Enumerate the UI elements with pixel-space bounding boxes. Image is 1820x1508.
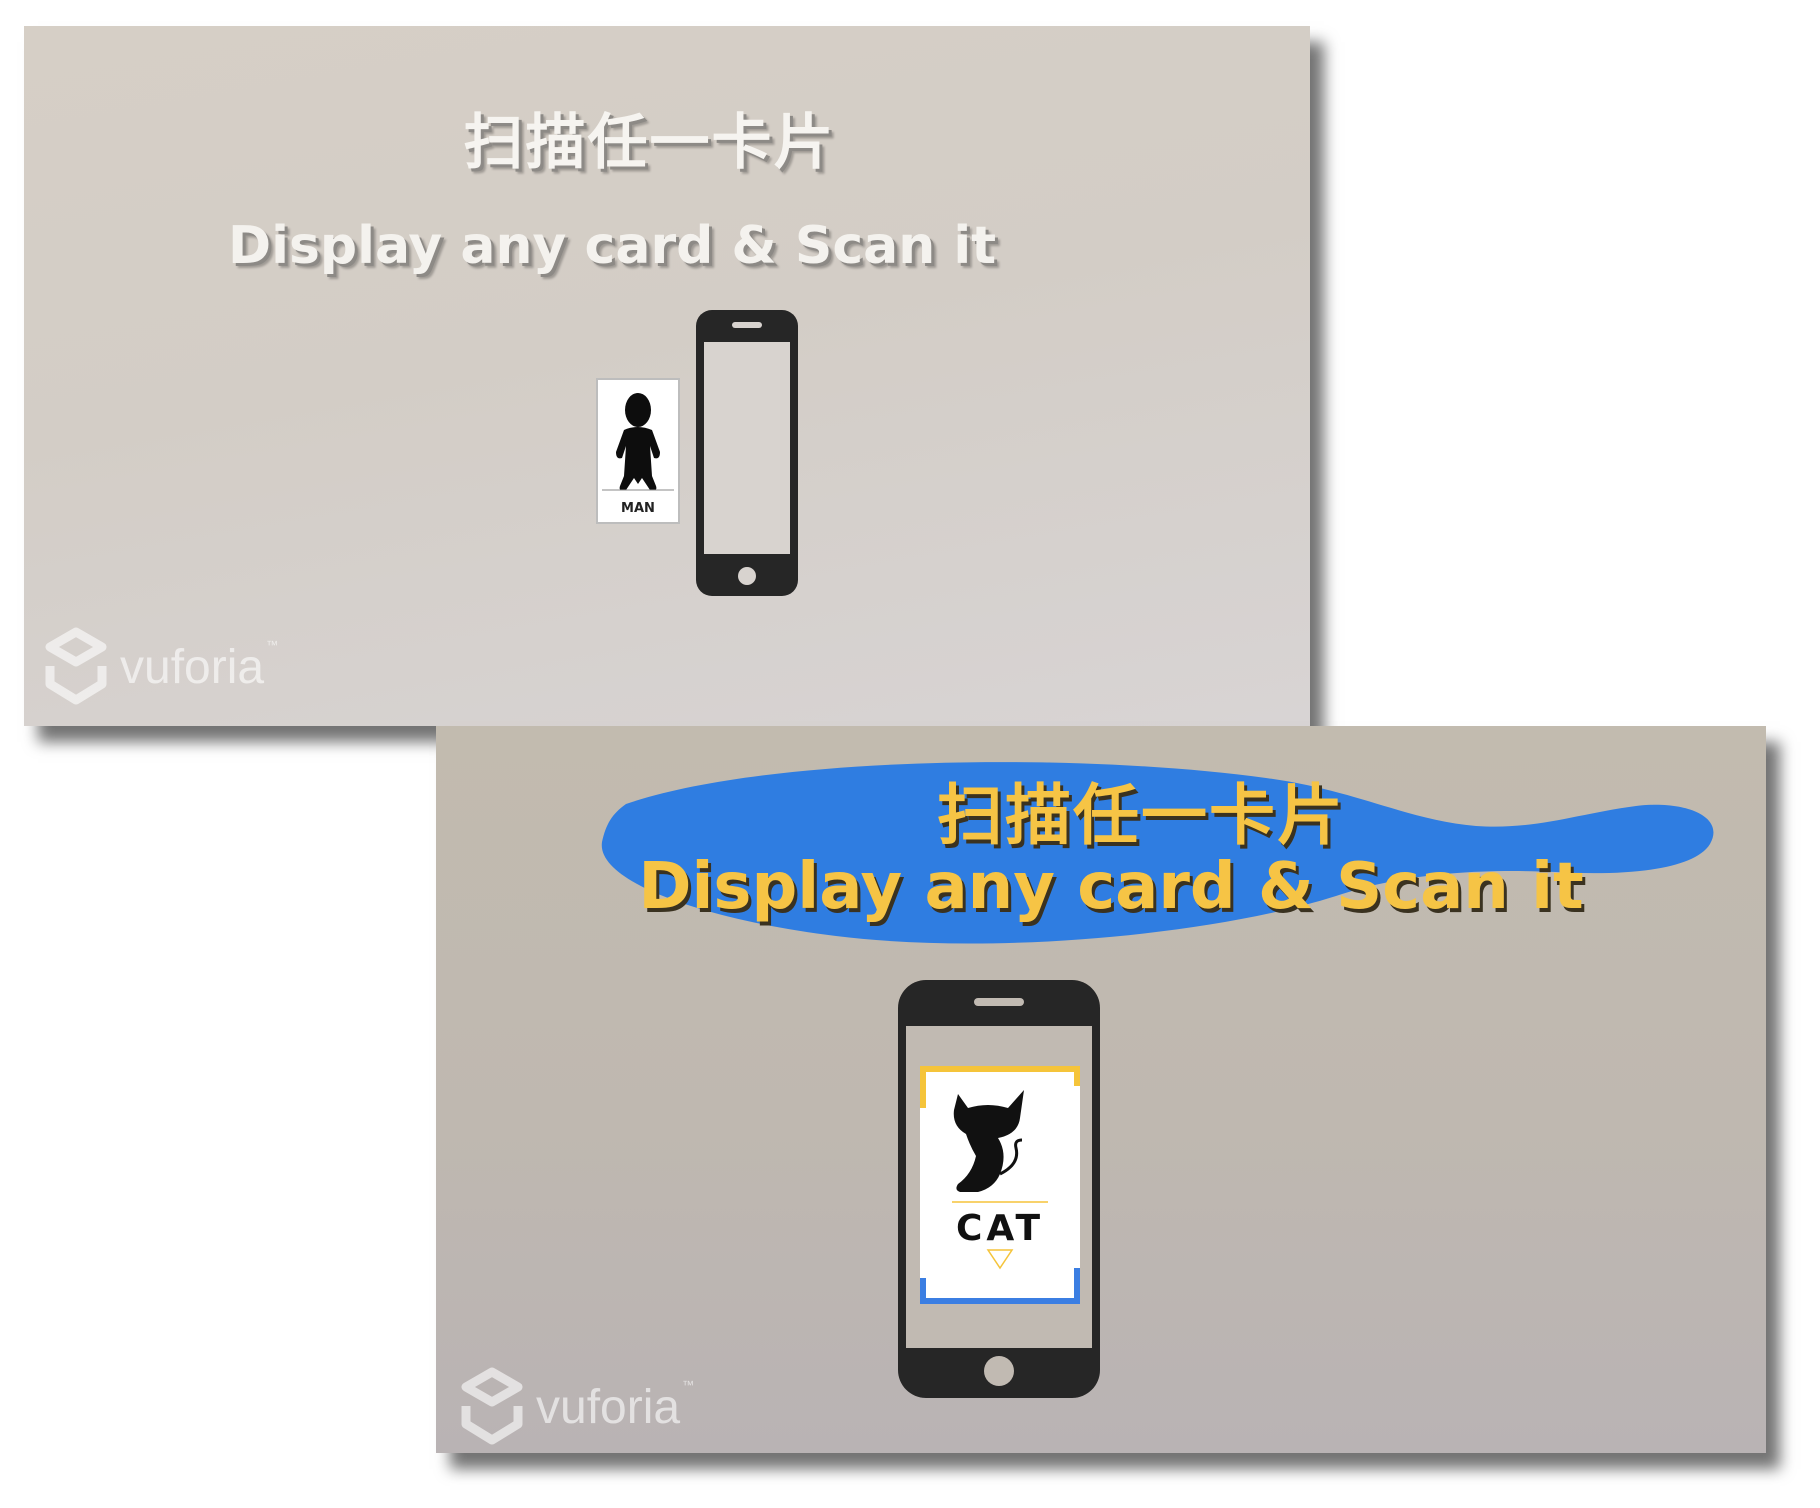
phone-icon: CAT	[898, 980, 1100, 1398]
scan-title-cn: 扫描任一卡片	[463, 108, 836, 178]
scan-title-cn: 扫描任一卡片	[937, 777, 1345, 854]
vuforia-watermark: vuforia ™	[44, 626, 278, 708]
phone-icon	[696, 310, 798, 596]
man-card: MAN	[596, 378, 680, 524]
man-card-label: MAN	[621, 501, 655, 516]
cat-card: CAT	[920, 1066, 1080, 1304]
vuforia-watermark: vuforia ™	[460, 1366, 694, 1448]
vuforia-logo-icon	[45, 627, 107, 705]
vuforia-trademark: ™	[266, 638, 279, 652]
vuforia-trademark: ™	[682, 1378, 695, 1392]
cat-card-label: CAT	[956, 1208, 1044, 1249]
scan-screen-detected: 扫描任一卡片 Display any card & Scan it CAT vu…	[436, 726, 1766, 1453]
scan-title-en: Display any card & Scan it	[638, 850, 1584, 924]
scan-title-en: Display any card & Scan it	[227, 216, 997, 276]
vuforia-logo-icon	[461, 1367, 523, 1445]
vuforia-wordmark: vuforia	[120, 640, 265, 694]
vuforia-wordmark: vuforia	[536, 1380, 681, 1434]
scan-screen-initial: 扫描任一卡片 Display any card & Scan it MAN vu…	[24, 26, 1310, 726]
